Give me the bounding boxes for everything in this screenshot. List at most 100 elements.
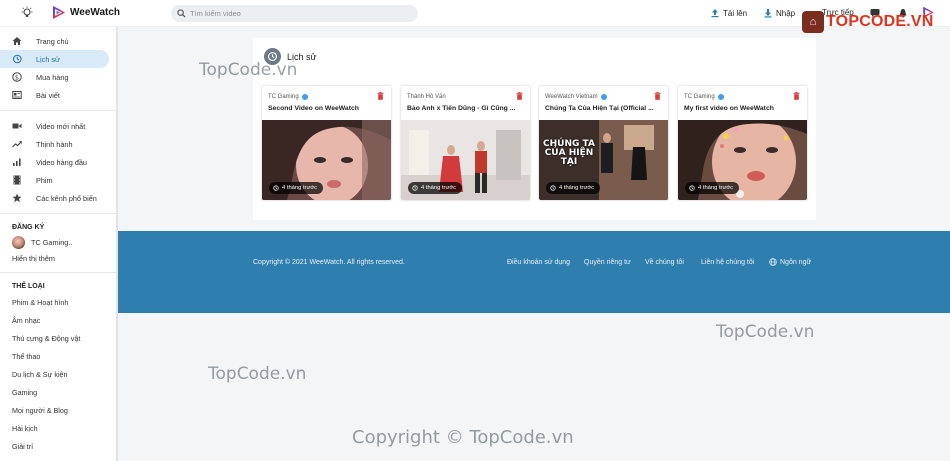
sidebar-item-label: Trang chủ [36, 36, 69, 46]
sidebar-item-label: Video hàng đầu [36, 157, 87, 167]
svg-text:$: $ [15, 73, 19, 81]
video-channel[interactable]: TC Gaming [684, 94, 724, 100]
category-item[interactable]: Phim & Hoạt hình [0, 293, 116, 311]
search-input[interactable] [190, 9, 410, 18]
category-item[interactable]: Du lịch & Sự kiện [0, 365, 116, 383]
footer-link-about[interactable]: Về chúng tôi [645, 259, 684, 266]
upload-icon [711, 9, 719, 18]
delete-icon[interactable] [793, 92, 800, 100]
sidebar-item-history[interactable]: Lịch sử [0, 50, 109, 68]
watched-time-badge: 4 tháng trước [685, 182, 740, 194]
footer-link-contact[interactable]: Liên hệ chúng tôi [701, 259, 754, 266]
sidebar-divider [0, 110, 116, 111]
trending-icon [12, 141, 22, 148]
sidebar-item-popular-channels[interactable]: Các kênh phổ biến [0, 189, 109, 207]
video-camera-icon [12, 123, 22, 129]
history-heading: Lịch sử [264, 48, 317, 65]
watermark-text: TopCode.vn [208, 364, 307, 384]
category-item[interactable]: Gaming [0, 383, 116, 401]
watched-time-badge: 4 tháng trước [546, 182, 601, 194]
video-channel[interactable]: Thành Hồ Văn [407, 94, 446, 100]
search-icon [177, 9, 186, 18]
video-title[interactable]: My first video on WeeWatch [684, 105, 802, 112]
sidebar-item-label: Video mới nhất [36, 121, 86, 131]
video-channel[interactable]: TC Gaming [268, 94, 308, 100]
delete-icon[interactable] [377, 92, 384, 100]
video-title[interactable]: Second Video on WeeWatch [268, 105, 386, 112]
history-icon [412, 185, 418, 191]
import-label: Nhập [776, 8, 796, 18]
sidebar-item-movies[interactable]: Phim [0, 171, 109, 189]
sidebar-item-label: Các kênh phổ biến [36, 193, 97, 203]
category-item[interactable]: Giải trí [0, 437, 116, 455]
brand-name: WeeWatch [70, 7, 121, 18]
history-icon [273, 185, 279, 191]
page-title: Lịch sử [287, 51, 317, 62]
history-icon [689, 185, 695, 191]
watched-time-badge: 4 tháng trước [269, 182, 324, 194]
film-icon [13, 175, 21, 185]
watched-time: 4 tháng trước [282, 185, 318, 191]
sidebar: Trang chủ Lịch sử $ Mua hàng Bài viết Vi… [0, 27, 118, 461]
home-icon [12, 37, 22, 45]
footer-link-terms[interactable]: Điều khoản sử dụng [507, 259, 570, 266]
sidebar-item-label: Phim [36, 175, 53, 185]
history-icon [264, 48, 281, 65]
sidebar-item-latest-videos[interactable]: Video mới nhất [0, 117, 109, 135]
channel-name: TC Gaming [268, 94, 299, 100]
history-icon [13, 54, 22, 64]
channel-name: Thành Hồ Văn [407, 94, 446, 100]
download-icon [764, 9, 772, 18]
search-bar[interactable] [171, 5, 418, 22]
sidebar-item-home[interactable]: Trang chủ [0, 32, 109, 50]
globe-icon [769, 258, 777, 266]
sidebar-item-top-videos[interactable]: Video hàng đầu [0, 153, 109, 171]
upload-button[interactable]: Tải lên [710, 8, 747, 18]
watermark-text: TopCode.vn [716, 322, 815, 342]
category-item[interactable]: Âm nhạc [0, 311, 116, 329]
delete-icon[interactable] [516, 92, 523, 100]
avatar [12, 235, 25, 249]
theme-toggle-icon[interactable] [20, 6, 34, 20]
sidebar-item-purchases[interactable]: $ Mua hàng [0, 68, 109, 86]
dollar-icon: $ [12, 72, 22, 82]
delete-icon[interactable] [654, 92, 661, 100]
sidebar-item-trending[interactable]: Thịnh hành [0, 135, 109, 153]
show-more-link[interactable]: Hiển thị thêm [0, 250, 116, 266]
footer-link-privacy[interactable]: Quyền riêng tư [584, 259, 631, 266]
sidebar-item-posts[interactable]: Bài viết [0, 86, 109, 104]
brand-logo[interactable]: WeeWatch [52, 5, 120, 20]
upload-label: Tải lên [723, 8, 748, 18]
video-title[interactable]: Bảo Anh x Tiến Dũng - Gì Cũng ... [407, 105, 525, 112]
watched-time-badge: 4 tháng trước [408, 182, 463, 194]
video-card[interactable]: TC Gaming Second Video on WeeWatch 4 thá… [262, 86, 391, 200]
category-item[interactable]: Hài kịch [0, 419, 116, 437]
video-channel[interactable]: WeeWatch Vietnam [545, 94, 607, 100]
subscription-channel[interactable]: TC Gaming.. [0, 234, 116, 250]
footer-copyright: Copyright © 2021 WeeWatch. All rights re… [253, 259, 405, 266]
video-card[interactable]: TC Gaming My first video on WeeWatch 4 t… [678, 86, 807, 200]
import-button[interactable]: Nhập [763, 8, 795, 18]
sidebar-item-label: Thịnh hành [36, 139, 73, 149]
channel-name: WeeWatch Vietnam [545, 94, 598, 100]
category-item[interactable]: Thể thao [0, 347, 116, 365]
star-icon [12, 193, 22, 203]
watermark-copyright: Copyright © TopCode.vn [352, 427, 574, 448]
video-title[interactable]: Chúng Ta Của Hiện Tại (Official ... [545, 105, 663, 112]
category-item[interactable]: Thú cưng & Động vật [0, 329, 116, 347]
video-card[interactable]: Thành Hồ Văn Bảo Anh x Tiến Dũng - Gì Cũ… [401, 86, 530, 200]
channel-name: TC Gaming [684, 94, 715, 100]
subscription-channel-name: TC Gaming.. [31, 237, 73, 247]
verified-icon [301, 94, 308, 100]
video-card[interactable]: WeeWatch Vietnam Chúng Ta Của Hiện Tại (… [539, 86, 668, 200]
watermark-brand: ⌂ TOPCODE.VN [802, 11, 934, 33]
watched-time: 4 tháng trước [421, 185, 457, 191]
weewatch-logo-icon [53, 6, 65, 19]
thumbnail-title-text: CHÚNG TA CỦA HIỆN TẠI [543, 139, 595, 167]
verified-icon [600, 94, 607, 100]
watched-time: 4 tháng trước [559, 185, 595, 191]
language-selector[interactable]: Ngôn ngữ [769, 258, 811, 266]
watched-time: 4 tháng trước [698, 185, 734, 191]
category-item[interactable]: Mọi người & Blog [0, 401, 116, 419]
sidebar-item-label: Bài viết [36, 90, 60, 100]
